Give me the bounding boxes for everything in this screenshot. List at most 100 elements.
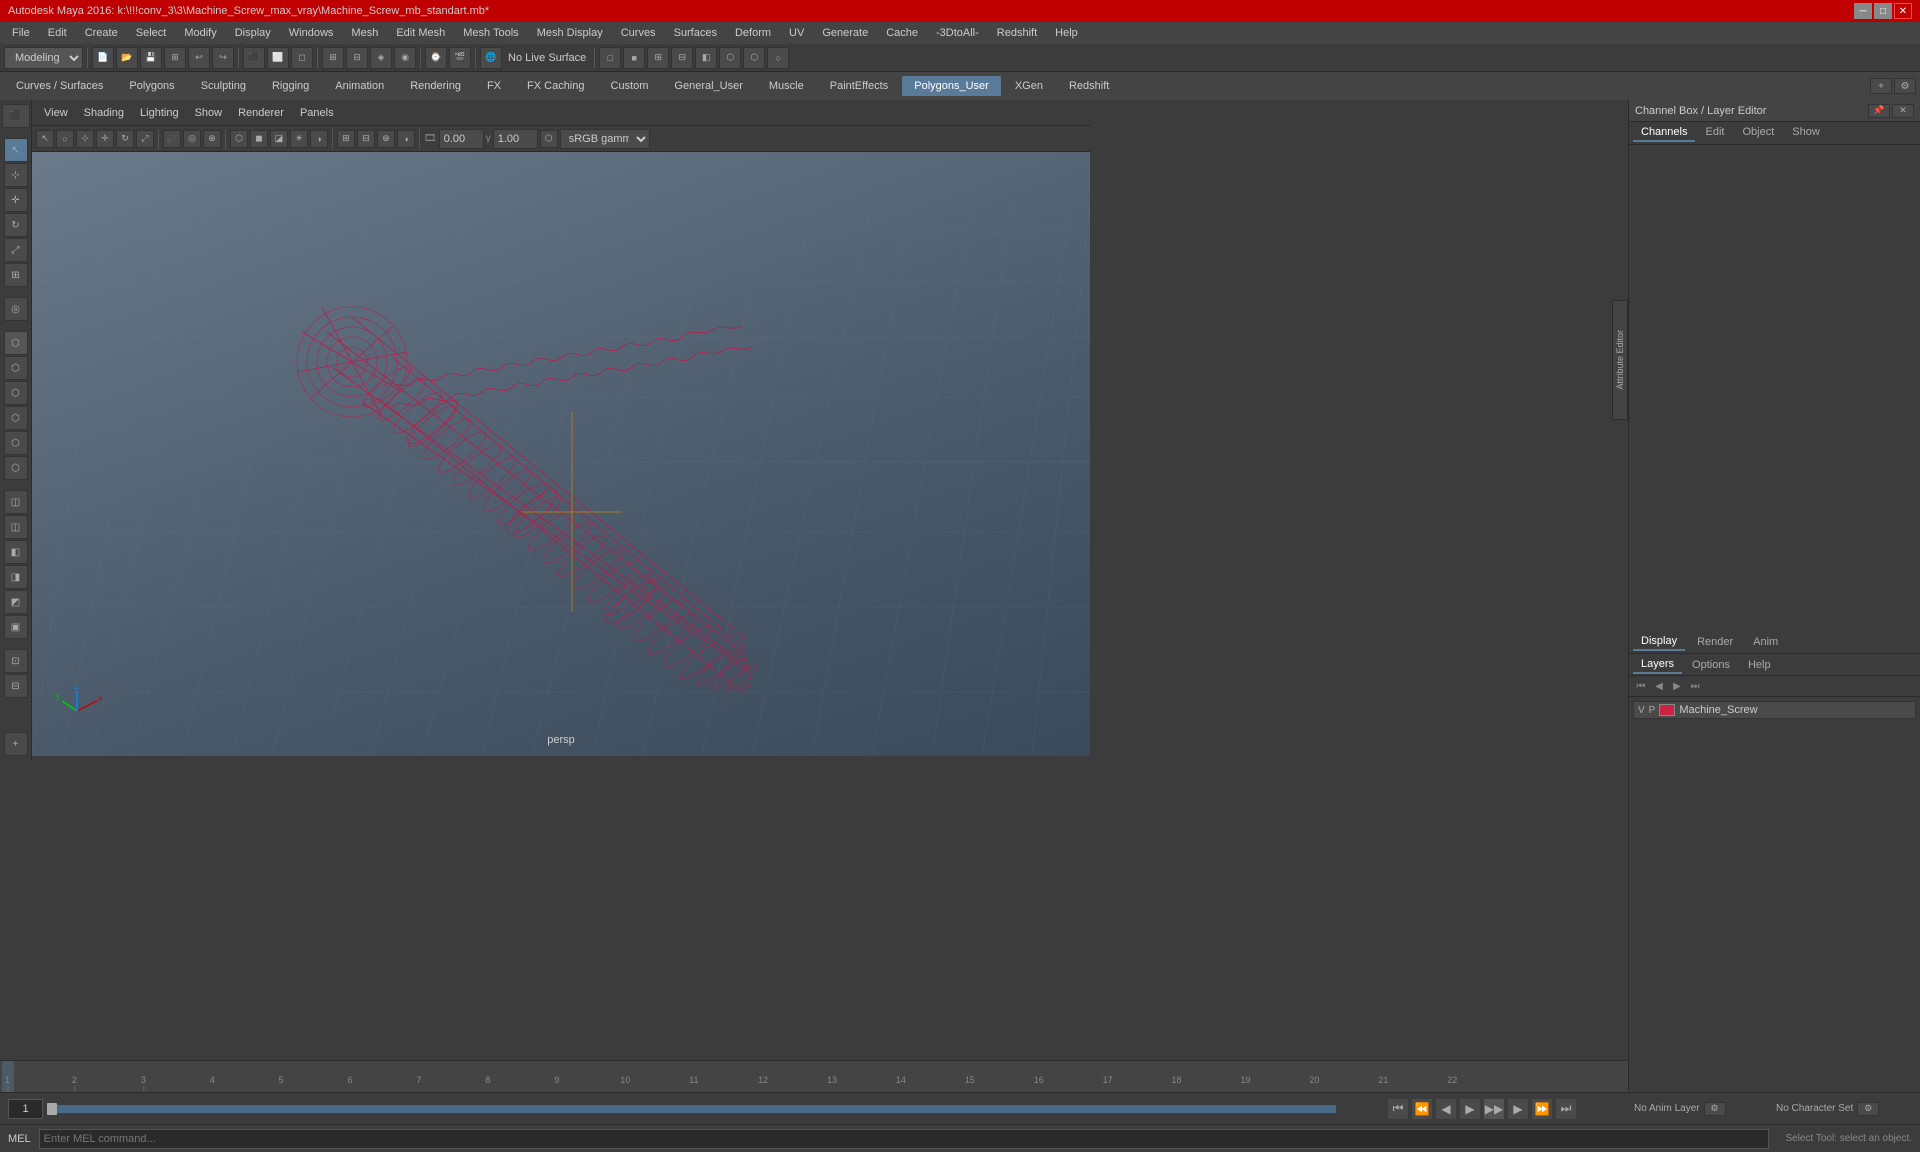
wireframe-button[interactable]: ⬡	[743, 47, 765, 69]
tab-show[interactable]: Show	[1784, 124, 1828, 142]
next-frame-button[interactable]: ⏩	[1532, 1099, 1552, 1119]
vp-rotate-icon[interactable]: ↻	[116, 130, 134, 148]
tab-channels[interactable]: Channels	[1633, 124, 1695, 142]
vp-menu-panels[interactable]: Panels	[294, 105, 340, 121]
display-tool6[interactable]: ▣	[4, 615, 28, 639]
tab-edit[interactable]: Edit	[1697, 124, 1732, 142]
vp-pivot-icon[interactable]: ⊕	[377, 130, 395, 148]
range-slider[interactable]	[47, 1105, 1549, 1113]
tab-animation[interactable]: Animation	[323, 76, 396, 96]
tab-paint-effects[interactable]: PaintEffects	[818, 76, 901, 96]
new-scene-button[interactable]: 📄	[92, 47, 114, 69]
paint-tool[interactable]: ⊹	[4, 163, 28, 187]
vp-paint-icon[interactable]: ⊹	[76, 130, 94, 148]
menu-3dtoall[interactable]: -3DtoAll-	[928, 25, 987, 41]
tab-render[interactable]: Render	[1689, 634, 1741, 650]
menu-mesh-tools[interactable]: Mesh Tools	[455, 25, 526, 41]
snap-to-grid-button[interactable]: ⊞	[322, 47, 344, 69]
menu-file[interactable]: File	[4, 25, 38, 41]
workspace-add-button[interactable]: +	[1870, 78, 1892, 94]
tab-layers[interactable]: Layers	[1633, 656, 1682, 674]
vp-isolate-icon[interactable]: ◑	[397, 130, 415, 148]
menu-redshift[interactable]: Redshift	[989, 25, 1045, 41]
layer-nav-next[interactable]: ▶	[1669, 678, 1685, 694]
render-tool1[interactable]: ⊡	[4, 649, 28, 673]
prev-frame-button[interactable]: ⏪	[1412, 1099, 1432, 1119]
vp-select-icon[interactable]: ↖	[36, 130, 54, 148]
vp-menu-lighting[interactable]: Lighting	[134, 105, 185, 121]
tab-sculpting[interactable]: Sculpting	[189, 76, 258, 96]
vp-wireframe-icon[interactable]: ⬡	[230, 130, 248, 148]
menu-windows[interactable]: Windows	[281, 25, 342, 41]
layer-nav-prev[interactable]: ◀	[1651, 678, 1667, 694]
menu-help[interactable]: Help	[1047, 25, 1086, 41]
scale-tool[interactable]: ⤢	[4, 238, 28, 262]
menu-deform[interactable]: Deform	[727, 25, 779, 41]
layer-item-machine-screw[interactable]: V P Machine_Screw	[1633, 701, 1916, 719]
tool2[interactable]: ⬡	[4, 356, 28, 380]
anim-layer-options[interactable]: ⚙	[1704, 1102, 1726, 1116]
tool4[interactable]: ⬡	[4, 406, 28, 430]
open-button[interactable]: 📂	[116, 47, 138, 69]
channel-box-close-button[interactable]: ✕	[1892, 104, 1914, 118]
undo-button[interactable]: ↩	[188, 47, 210, 69]
timeline-region[interactable]: 1 2 3 4 5 6 7 8 9 10 11 12	[0, 1060, 1628, 1092]
display-tool5[interactable]: ◩	[4, 590, 28, 614]
menu-select[interactable]: Select	[128, 25, 175, 41]
menu-uv[interactable]: UV	[781, 25, 812, 41]
vp-snap-icon[interactable]: ⊟	[357, 130, 375, 148]
menu-generate[interactable]: Generate	[814, 25, 876, 41]
menu-cache[interactable]: Cache	[878, 25, 926, 41]
tab-general-user[interactable]: General_User	[662, 76, 754, 96]
vp-textured-icon[interactable]: ◪	[270, 130, 288, 148]
exposure-value[interactable]: 0.00	[439, 129, 484, 149]
goto-end-button[interactable]: ⏭	[1556, 1099, 1576, 1119]
move-tool[interactable]: ✛	[4, 188, 28, 212]
menu-surfaces[interactable]: Surfaces	[666, 25, 725, 41]
gamma-mode-select[interactable]: sRGB gamma	[560, 129, 650, 149]
mel-input[interactable]	[39, 1129, 1770, 1149]
vp-camera-icon[interactable]: 🎥	[163, 130, 181, 148]
tab-display[interactable]: Display	[1633, 633, 1685, 651]
save-scene-button[interactable]: ⊞	[164, 47, 186, 69]
minimize-button[interactable]: ─	[1854, 3, 1872, 19]
tab-options[interactable]: Options	[1684, 657, 1738, 673]
tool6[interactable]: ⬡	[4, 456, 28, 480]
char-set-options[interactable]: ⚙	[1857, 1102, 1879, 1116]
goto-start-button[interactable]: ⏮	[1388, 1099, 1408, 1119]
camera-button[interactable]: □	[599, 47, 621, 69]
vp-light-icon[interactable]: ☀	[290, 130, 308, 148]
tool3[interactable]: ⬡	[4, 381, 28, 405]
menu-modify[interactable]: Modify	[176, 25, 224, 41]
channel-box-pin-button[interactable]: 📌	[1868, 104, 1890, 118]
snap-to-view-button[interactable]: ◉	[394, 47, 416, 69]
workspace-button[interactable]: ⊟	[671, 47, 693, 69]
viewport-canvas[interactable]: persp x y z	[32, 152, 1090, 756]
tab-object[interactable]: Object	[1734, 124, 1782, 142]
vp-menu-show[interactable]: Show	[189, 105, 229, 121]
menu-display[interactable]: Display	[227, 25, 279, 41]
vp-menu-shading[interactable]: Shading	[78, 105, 130, 121]
menu-mesh-display[interactable]: Mesh Display	[529, 25, 611, 41]
tab-rigging[interactable]: Rigging	[260, 76, 321, 96]
tool1[interactable]: ⬡	[4, 331, 28, 355]
tab-muscle[interactable]: Muscle	[757, 76, 816, 96]
lasso-select-button[interactable]: ⬜	[267, 47, 289, 69]
display-tool4[interactable]: ◨	[4, 565, 28, 589]
tab-rendering[interactable]: Rendering	[398, 76, 473, 96]
layer-nav-last[interactable]: ⏭	[1687, 678, 1703, 694]
play-back-button[interactable]: ▶	[1460, 1099, 1480, 1119]
attribute-editor-tab[interactable]: Attribute Editor	[1612, 300, 1628, 420]
display-tool2[interactable]: ◫	[4, 515, 28, 539]
vp-orbit-icon[interactable]: ◎	[183, 130, 201, 148]
vp-shadow-icon[interactable]: ◑	[310, 130, 328, 148]
render-tool2[interactable]: ⊟	[4, 674, 28, 698]
range-slider-handle-left[interactable]	[47, 1103, 57, 1115]
menu-edit-mesh[interactable]: Edit Mesh	[388, 25, 453, 41]
select-tool[interactable]: ↖	[4, 138, 28, 162]
snap-to-point-button[interactable]: ◈	[370, 47, 392, 69]
universal-tool[interactable]: ⊞	[4, 263, 28, 287]
grid-button[interactable]: ⊞	[647, 47, 669, 69]
smooth-button[interactable]: ○	[767, 47, 789, 69]
vp-menu-renderer[interactable]: Renderer	[232, 105, 290, 121]
